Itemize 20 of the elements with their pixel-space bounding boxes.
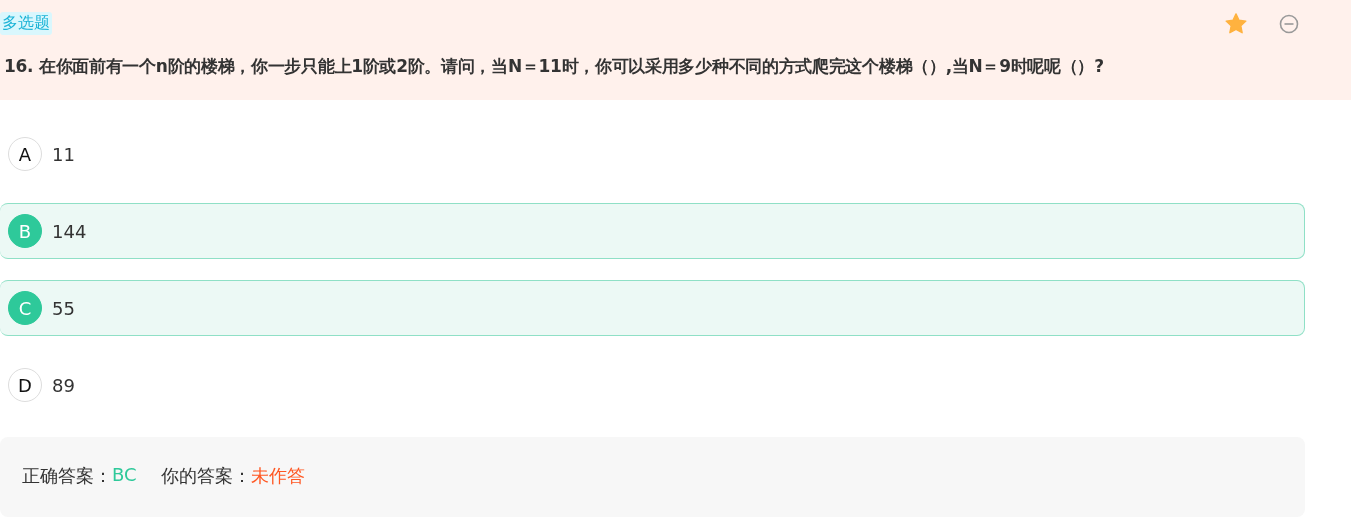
question-text: 16. 在你面前有一个n阶的楼梯，你一步只能上1阶或2阶。请问，当N＝11时，你可以采用多少种不同的方式爬完这个楼梯（）,当N＝9时呢呢（）? (4, 55, 1105, 78)
option-text: 11 (52, 143, 75, 165)
your-answer-label: 你的答案： (160, 464, 251, 488)
option-letter: B (8, 214, 42, 248)
your-answer-value: 未作答 (250, 464, 305, 488)
option-text: 144 (52, 220, 87, 242)
answer-option[interactable]: A 11 (0, 126, 1305, 182)
question-type-tag: 多选题 (0, 12, 52, 35)
answer-option[interactable]: C 55 (0, 280, 1305, 336)
option-text: 55 (52, 297, 75, 319)
option-letter: A (8, 137, 42, 171)
correct-answer-value: BC (112, 464, 137, 487)
correct-answer-label: 正确答案： (22, 464, 112, 488)
star-icon[interactable] (1225, 13, 1247, 34)
option-letter: C (8, 291, 42, 325)
answer-option[interactable]: D 89 (0, 357, 1305, 413)
remove-icon[interactable] (1279, 13, 1299, 34)
option-text: 89 (52, 374, 75, 396)
answer-option[interactable]: B 144 (0, 203, 1305, 259)
option-letter: D (8, 368, 42, 402)
